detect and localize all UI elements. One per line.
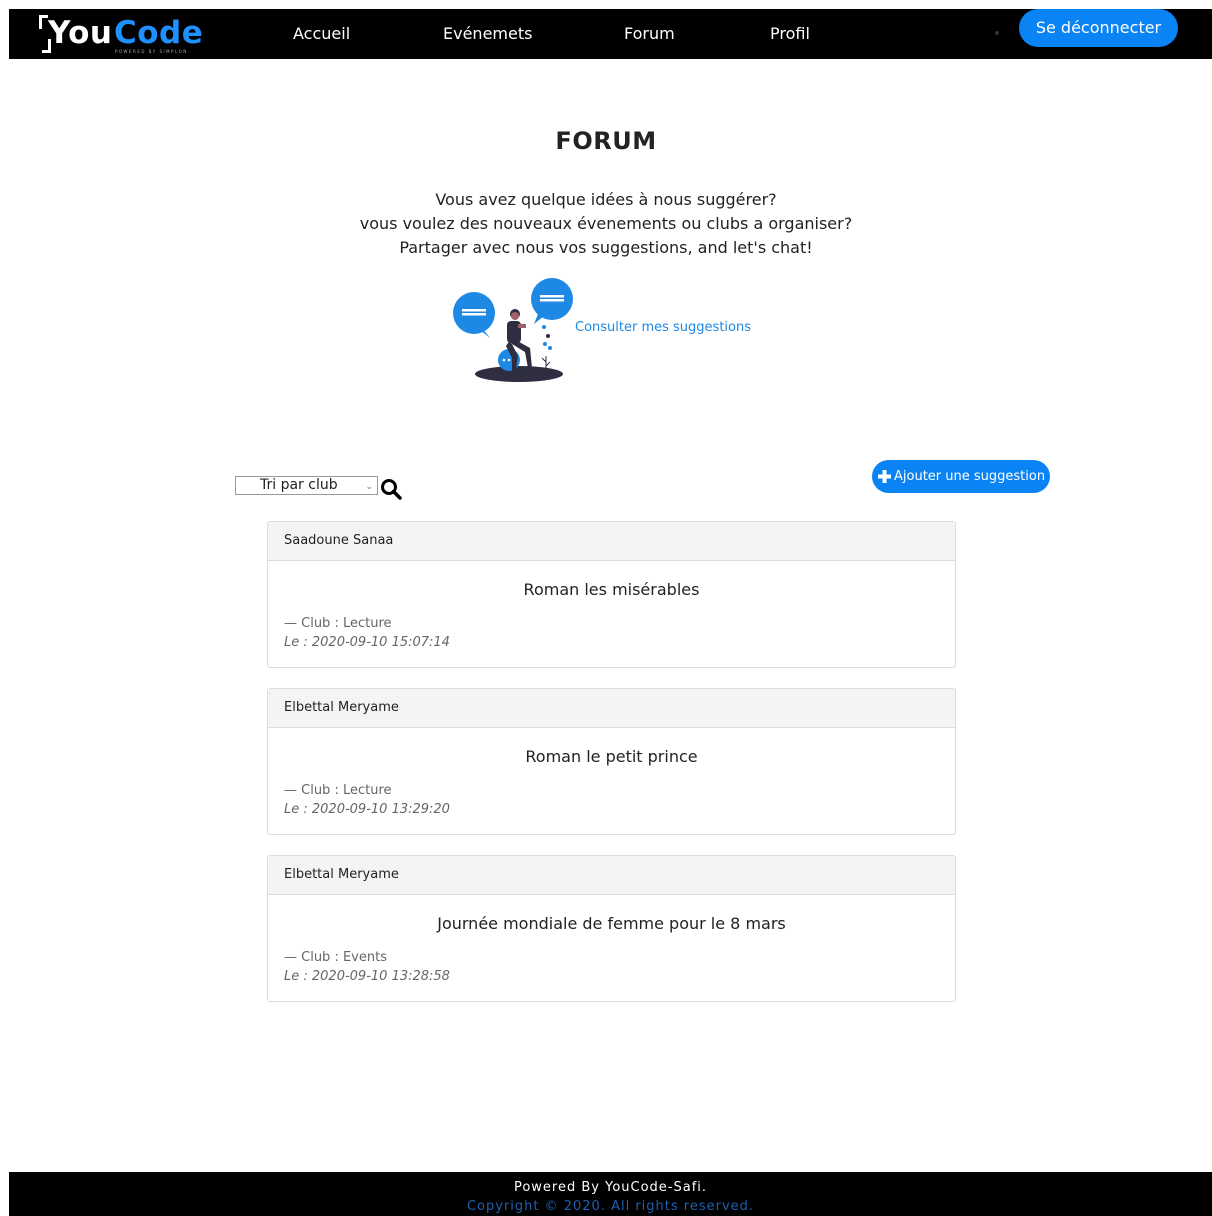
navbar: You Code POWERED BY SIMPLON Accueil Evén… bbox=[9, 9, 1212, 59]
suggestion-title: Journée mondiale de femme pour le 8 mars bbox=[437, 914, 786, 933]
logo-text-you: You bbox=[48, 15, 113, 51]
page-title: FORUM bbox=[555, 127, 657, 155]
logo-tagline: POWERED BY SIMPLON bbox=[115, 49, 188, 54]
intro-line: vous voulez des nouveaux évenements ou c… bbox=[359, 214, 853, 233]
my-suggestions-link[interactable]: Consulter mes suggestions bbox=[575, 320, 751, 335]
nav-link-evenements[interactable]: Evénemets bbox=[443, 24, 532, 43]
suggestion-club: — Club : Lecture bbox=[284, 783, 392, 798]
suggestion-date: Le : 2020-09-10 13:29:20 bbox=[284, 802, 450, 817]
chat-illustration bbox=[453, 278, 573, 382]
suggestion-card: Saadoune Sanaa Roman les misérables — Cl… bbox=[267, 521, 956, 668]
nav-link-profil[interactable]: Profil bbox=[770, 24, 810, 43]
suggestion-title: Roman le petit prince bbox=[525, 747, 698, 766]
suggestion-card: Elbettal Meryame Roman le petit prince —… bbox=[267, 688, 956, 835]
nav-separator-dot bbox=[995, 31, 999, 35]
add-suggestion-label: Ajouter une suggestion bbox=[894, 469, 1046, 484]
suggestion-club: — Club : Events bbox=[284, 950, 387, 965]
nav-link-accueil[interactable]: Accueil bbox=[293, 24, 350, 43]
nav-link-forum[interactable]: Forum bbox=[624, 24, 675, 43]
sort-select-value: Tri par club bbox=[260, 477, 338, 493]
suggestion-card: Elbettal Meryame Journée mondiale de fem… bbox=[267, 855, 956, 1002]
sort-by-club-select[interactable]: Tri par club ⌄ bbox=[235, 476, 378, 495]
suggestion-club: — Club : Lecture bbox=[284, 616, 392, 631]
plus-icon bbox=[878, 470, 891, 483]
chevron-down-icon: ⌄ bbox=[365, 482, 373, 492]
intro-text: Vous avez quelque idées à nous suggérer?… bbox=[0, 188, 1212, 260]
add-suggestion-button[interactable]: Ajouter une suggestion bbox=[872, 460, 1050, 493]
intro-line: Partager avec nous vos suggestions, and … bbox=[399, 238, 813, 257]
suggestion-date: Le : 2020-09-10 15:07:14 bbox=[284, 635, 450, 650]
footer-powered-by: Powered By YouCode-Safi. bbox=[513, 1180, 708, 1195]
suggestion-author: Elbettal Meryame bbox=[268, 856, 955, 895]
search-icon[interactable] bbox=[380, 478, 402, 500]
suggestion-title: Roman les misérables bbox=[523, 580, 700, 599]
footer-copyright: Copyright © 2020. All rights reserved. bbox=[466, 1199, 755, 1214]
logo-bracket-top-left bbox=[39, 15, 48, 29]
logout-button[interactable]: Se déconnecter bbox=[1019, 9, 1178, 47]
suggestion-date: Le : 2020-09-10 13:28:58 bbox=[284, 969, 450, 984]
suggestion-author: Elbettal Meryame bbox=[268, 689, 955, 728]
logo-text-code: Code bbox=[114, 15, 204, 51]
footer: Powered By YouCode-Safi. Copyright © 202… bbox=[9, 1172, 1212, 1216]
suggestion-author: Saadoune Sanaa bbox=[268, 522, 955, 561]
intro-line: Vous avez quelque idées à nous suggérer? bbox=[435, 190, 777, 209]
logo-bracket-bottom-right bbox=[42, 39, 51, 53]
